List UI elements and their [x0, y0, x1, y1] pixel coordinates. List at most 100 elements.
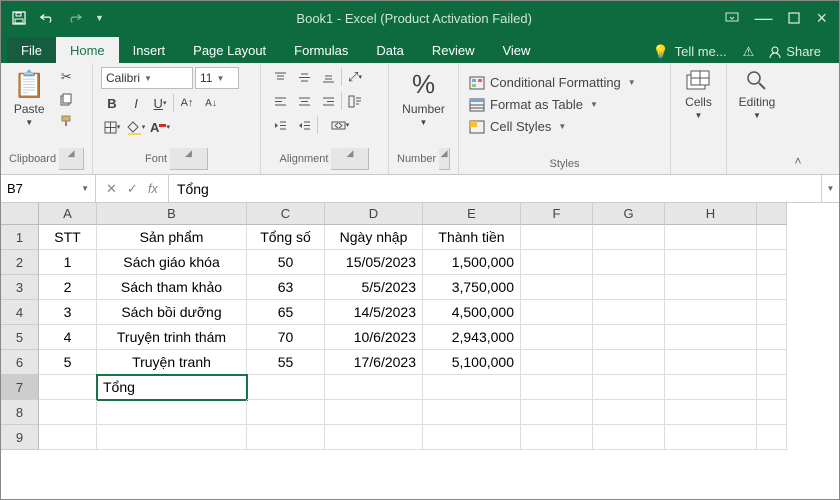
row-header[interactable]: 3 [1, 275, 39, 300]
cell[interactable]: 3 [39, 300, 97, 325]
cancel-formula-icon[interactable]: ✕ [106, 181, 117, 197]
row-header[interactable]: 5 [1, 325, 39, 350]
border-button[interactable]: ▾ [101, 117, 123, 137]
share-button[interactable]: Share [760, 40, 829, 63]
expand-formula-bar-icon[interactable]: ▼ [821, 175, 839, 202]
cell[interactable] [521, 250, 593, 275]
cell[interactable] [665, 250, 757, 275]
enter-formula-icon[interactable]: ✓ [127, 181, 138, 197]
cell[interactable]: 15/05/2023 [325, 250, 423, 275]
font-launcher-icon[interactable]: ◢ [170, 148, 208, 170]
cell[interactable] [521, 425, 593, 450]
italic-button[interactable]: I [125, 93, 147, 113]
cell[interactable] [665, 325, 757, 350]
cell[interactable]: Truyện trinh thám [97, 325, 247, 350]
font-name-combo[interactable]: Calibri▼ [101, 67, 193, 89]
cell[interactable] [665, 350, 757, 375]
cell[interactable] [325, 425, 423, 450]
cell[interactable] [593, 250, 665, 275]
cell[interactable] [593, 425, 665, 450]
cell[interactable] [593, 400, 665, 425]
tab-home[interactable]: Home [56, 37, 119, 63]
cell[interactable] [593, 225, 665, 250]
col-header[interactable]: F [521, 203, 593, 225]
tab-review[interactable]: Review [418, 37, 489, 63]
align-bottom-icon[interactable] [317, 67, 339, 87]
cell[interactable] [39, 375, 97, 400]
cell[interactable] [39, 400, 97, 425]
collapse-ribbon-icon[interactable]: ˄ [794, 154, 801, 168]
worksheet-grid[interactable]: 1 2 3 4 5 6 7 8 9 A B C D E F G H STT Sả… [1, 203, 839, 499]
undo-icon[interactable] [39, 10, 55, 26]
cell[interactable] [593, 275, 665, 300]
cell[interactable] [39, 425, 97, 450]
cell[interactable]: 63 [247, 275, 325, 300]
format-painter-icon[interactable] [55, 111, 77, 131]
cell[interactable] [521, 375, 593, 400]
redo-icon[interactable] [67, 10, 83, 26]
cell[interactable]: 17/6/2023 [325, 350, 423, 375]
cell[interactable]: 1,500,000 [423, 250, 521, 275]
save-icon[interactable] [11, 10, 27, 26]
col-header[interactable]: D [325, 203, 423, 225]
cell[interactable]: 14/5/2023 [325, 300, 423, 325]
cell[interactable]: 50 [247, 250, 325, 275]
cell[interactable] [757, 425, 787, 450]
align-middle-icon[interactable] [293, 67, 315, 87]
cell[interactable]: 2,943,000 [423, 325, 521, 350]
qat-dropdown-icon[interactable]: ▼ [95, 13, 104, 23]
row-header[interactable]: 1 [1, 225, 39, 250]
fill-color-button[interactable]: ▾ [125, 117, 147, 137]
cell[interactable] [325, 375, 423, 400]
close-icon[interactable]: × [816, 8, 827, 29]
cell[interactable] [247, 425, 325, 450]
cell[interactable] [665, 225, 757, 250]
cell[interactable]: 70 [247, 325, 325, 350]
font-color-button[interactable]: A▾ [149, 117, 171, 137]
col-header[interactable] [757, 203, 787, 225]
cell[interactable]: 5/5/2023 [325, 275, 423, 300]
copy-icon[interactable] [55, 89, 77, 109]
cells-button[interactable]: Cells ▼ [681, 67, 716, 122]
cell[interactable] [521, 300, 593, 325]
cell[interactable]: 4 [39, 325, 97, 350]
wrap-text-icon[interactable] [344, 91, 366, 111]
col-header[interactable]: H [665, 203, 757, 225]
cell[interactable]: 1 [39, 250, 97, 275]
cell[interactable]: Sách tham khảo [97, 275, 247, 300]
cell[interactable] [521, 350, 593, 375]
tab-insert[interactable]: Insert [119, 37, 180, 63]
cell[interactable]: 65 [247, 300, 325, 325]
merge-center-button[interactable]: ▾ [320, 115, 360, 135]
cell[interactable] [593, 375, 665, 400]
align-center-icon[interactable] [293, 91, 315, 111]
underline-button[interactable]: U▾ [149, 93, 171, 113]
cell[interactable]: Sách bồi dưỡng [97, 300, 247, 325]
cell[interactable]: Sản phẩm [97, 225, 247, 250]
row-header[interactable]: 8 [1, 400, 39, 425]
cell[interactable]: Sách giáo khóa [97, 250, 247, 275]
minimize-icon[interactable]: — [754, 8, 772, 29]
cell[interactable] [593, 300, 665, 325]
cell[interactable] [521, 275, 593, 300]
conditional-formatting-button[interactable]: Conditional Formatting▼ [467, 73, 638, 92]
align-right-icon[interactable] [317, 91, 339, 111]
cell[interactable] [521, 400, 593, 425]
cell-selected[interactable]: Tổng [97, 375, 247, 400]
cell[interactable]: 55 [247, 350, 325, 375]
decrease-font-icon[interactable]: A↓ [200, 93, 222, 113]
tab-page-layout[interactable]: Page Layout [179, 37, 280, 63]
col-header[interactable]: C [247, 203, 325, 225]
row-header[interactable]: 6 [1, 350, 39, 375]
name-box[interactable]: B7▼ [1, 175, 96, 202]
cell[interactable]: Thành tiền [423, 225, 521, 250]
cell[interactable] [521, 225, 593, 250]
editing-button[interactable]: Editing ▼ [735, 67, 780, 122]
cell[interactable] [757, 250, 787, 275]
cell[interactable] [521, 325, 593, 350]
cell[interactable] [757, 400, 787, 425]
cell[interactable]: 4,500,000 [423, 300, 521, 325]
alignment-launcher-icon[interactable]: ◢ [331, 148, 369, 170]
cell[interactable] [247, 375, 325, 400]
cell[interactable] [423, 425, 521, 450]
